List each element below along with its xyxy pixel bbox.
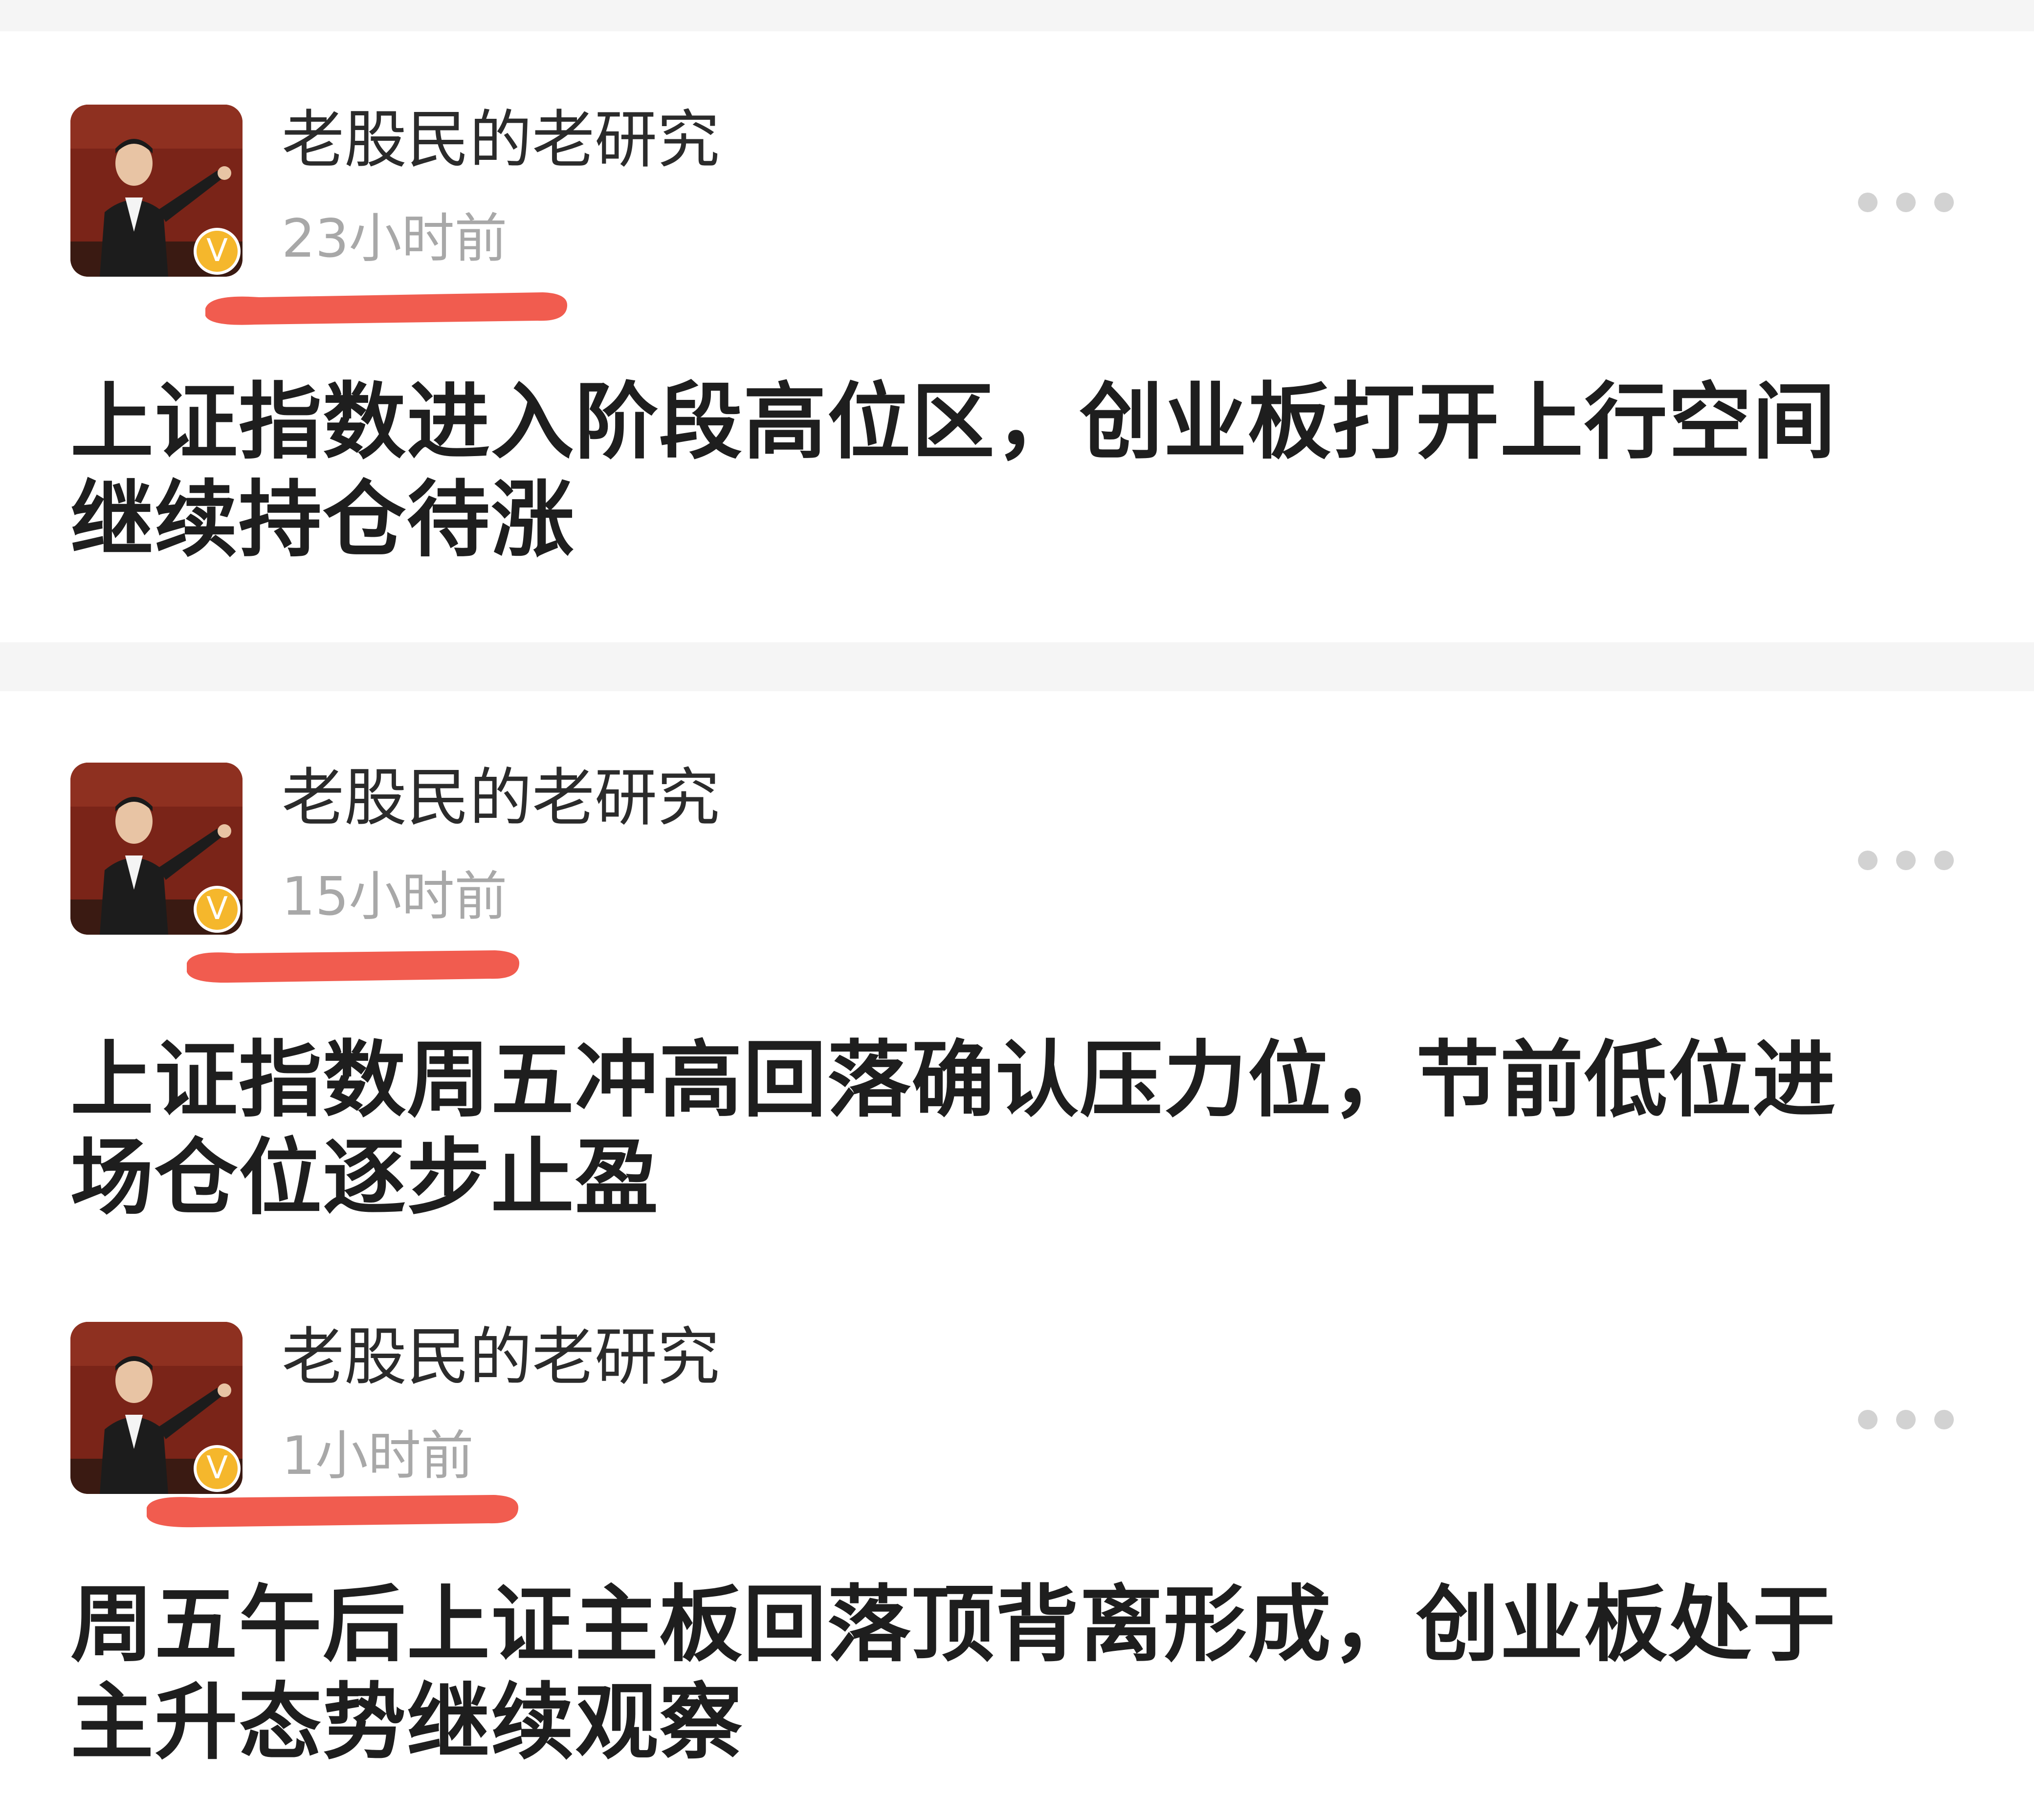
- post-item[interactable]: V 老股民的老研究 15小时前 上证指数周五冲高回落确认压力位，节前低位进场仓位…: [0, 691, 2034, 1244]
- author-name[interactable]: 老股民的老研究: [282, 1316, 720, 1399]
- highlight-mark-icon: [205, 292, 568, 325]
- post-title[interactable]: 周五午后上证主板回落顶背离形成，创业板处于主升态势继续观察: [70, 1576, 1909, 1772]
- highlight-mark-icon: [147, 1495, 519, 1528]
- author-name[interactable]: 老股民的老研究: [282, 99, 720, 182]
- more-options-icon[interactable]: [1858, 1410, 1956, 1431]
- verified-badge-icon: V: [194, 1445, 241, 1492]
- highlight-mark-icon: [187, 950, 520, 983]
- author-avatar[interactable]: V: [70, 763, 243, 935]
- verified-badge-icon: V: [194, 228, 241, 275]
- post-time: 1小时前: [282, 1425, 474, 1487]
- verified-badge-icon: V: [194, 886, 241, 933]
- post-time: 23小时前: [282, 208, 508, 269]
- post-item[interactable]: V 老股民的老研究 1小时前 周五午后上证主板回落顶背离形成，创业板处于主升态势…: [0, 1244, 2034, 1820]
- author-avatar[interactable]: V: [70, 105, 243, 277]
- post-item[interactable]: V 老股民的老研究 23小时前 上证指数进入阶段高位区，创业板打开上行空间继续持…: [0, 31, 2034, 642]
- more-options-icon[interactable]: [1858, 193, 1956, 214]
- more-options-icon[interactable]: [1858, 851, 1956, 872]
- post-title[interactable]: 上证指数进入阶段高位区，创业板打开上行空间继续持仓待涨: [70, 373, 1909, 569]
- author-avatar[interactable]: V: [70, 1322, 243, 1494]
- post-title[interactable]: 上证指数周五冲高回落确认压力位，节前低位进场仓位逐步止盈: [70, 1031, 1909, 1227]
- author-name[interactable]: 老股民的老研究: [282, 757, 720, 840]
- post-time: 15小时前: [282, 866, 508, 927]
